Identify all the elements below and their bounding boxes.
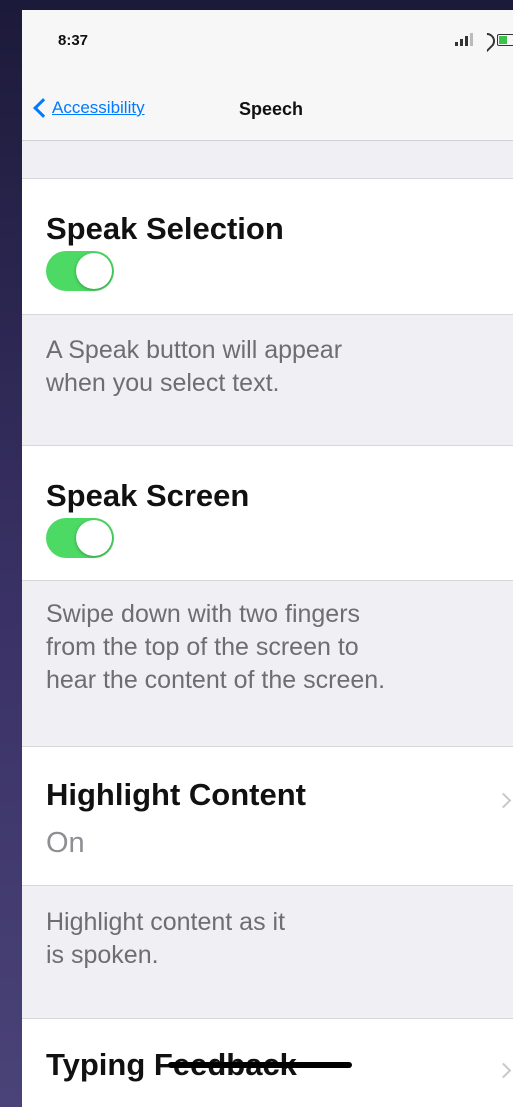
highlight-content-footer: Highlight content as it is spoken. — [46, 906, 285, 972]
speak-selection-cell: Speak Selection — [22, 178, 513, 315]
footer-line: Highlight content as it — [46, 908, 286, 936]
status-icons — [453, 29, 513, 53]
back-button-label: Accessibility — [52, 98, 145, 117]
footer-line: A Speak button will appear — [46, 336, 343, 364]
highlight-content-cell[interactable]: Highlight Content On — [22, 746, 513, 886]
wifi-icon — [475, 29, 499, 53]
speak-selection-title: Speak Selection — [46, 211, 284, 246]
footer-line: from the top of the screen to — [46, 633, 359, 661]
toggle-knob — [76, 253, 112, 289]
chevron-right-icon — [495, 1062, 512, 1079]
speak-screen-title: Speak Screen — [46, 478, 250, 513]
highlight-content-value: On — [46, 827, 85, 859]
footer-line: when you select text. — [46, 369, 280, 397]
speak-screen-cell: Speak Screen — [22, 445, 513, 581]
back-button[interactable]: Accessibility — [33, 98, 145, 118]
speak-selection-toggle[interactable] — [46, 251, 114, 291]
footer-line: is spoken. — [46, 941, 159, 969]
home-indicator[interactable] — [168, 1062, 352, 1068]
navigation-bar: Accessibility Speech — [22, 80, 513, 141]
highlight-content-title: Highlight Content — [46, 777, 306, 812]
page-title: Speech — [239, 99, 304, 119]
chevron-left-icon — [33, 98, 53, 118]
footer-line: Swipe down with two fingers — [46, 600, 361, 628]
status-bar: 8:37 — [22, 10, 513, 80]
speak-selection-footer: A Speak button will appear when you sele… — [46, 334, 342, 400]
footer-line: hear the content of the screen. — [46, 666, 386, 694]
phone-screen: 8:37 Accessibility Speech Speak Selectio… — [22, 10, 513, 1107]
status-time: 8:37 — [58, 32, 89, 49]
speak-screen-toggle[interactable] — [46, 518, 114, 558]
speak-screen-footer: Swipe down with two fingers from the top… — [46, 598, 385, 697]
toggle-knob — [76, 520, 112, 556]
chevron-right-icon — [495, 792, 512, 809]
battery-icon — [497, 34, 513, 46]
